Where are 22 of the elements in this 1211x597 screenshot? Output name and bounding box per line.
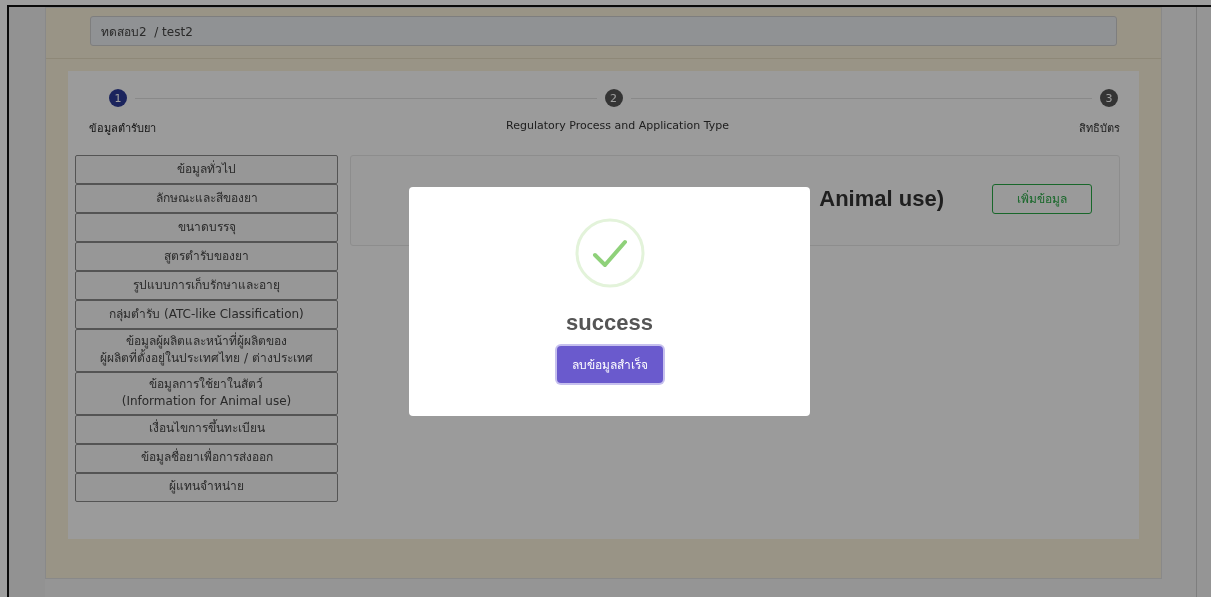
step-number[interactable]: 3	[1100, 89, 1118, 107]
dialog-title: success	[566, 310, 653, 336]
step-number[interactable]: 2	[604, 89, 623, 107]
sidebar-item[interactable]: ลักษณะและสีของยา	[75, 184, 338, 213]
sidebar-item[interactable]: เงื่อนไขการขึ้นทะเบียน	[75, 414, 338, 444]
step-label: สิทธิบัตร	[1079, 121, 1120, 137]
section-heading: Animal use)	[819, 185, 944, 212]
sidebar-item[interactable]: กลุ่มตำรับ (ATC-like Classification)	[75, 300, 338, 329]
sidebar-item[interactable]: สูตรตำรับของยา	[75, 242, 338, 271]
step-label: ข้อมูลตำรับยา	[89, 121, 156, 137]
sidebar-item[interactable]: ข้อมูลผู้ผลิตและหน้าที่ผู้ผลิตของ ผู้ผลิตที่ตั้งอยู่ในประเทศไทย / ต่างประเทศ	[75, 329, 338, 372]
sidebar-item[interactable]: ผู้แทนจำหน่าย	[75, 472, 338, 502]
sidebar-item[interactable]: ข้อมูลการใช้ยาในสัตว์ (Information for Animal use)	[75, 371, 338, 415]
sidebar-item[interactable]: ข้อมูลทั่วไป	[75, 155, 338, 184]
step-number[interactable]: 1	[109, 89, 127, 107]
sidebar-item[interactable]: ขนาดบรรจุ	[75, 213, 338, 242]
checkmark-icon	[574, 218, 645, 288]
step-label: Regulatory Process and Application Type	[506, 119, 729, 134]
confirm-button[interactable]: ลบข้อมูลสำเร็จ	[556, 346, 663, 383]
sidebar-item[interactable]: รูปแบบการเก็บรักษาและอายุ	[75, 271, 338, 300]
name-field[interactable]: ทดสอบ2 / test2	[90, 16, 1117, 46]
sidebar-item[interactable]: ข้อมูลชื่อยาเพื่อการส่งออก	[75, 443, 338, 473]
